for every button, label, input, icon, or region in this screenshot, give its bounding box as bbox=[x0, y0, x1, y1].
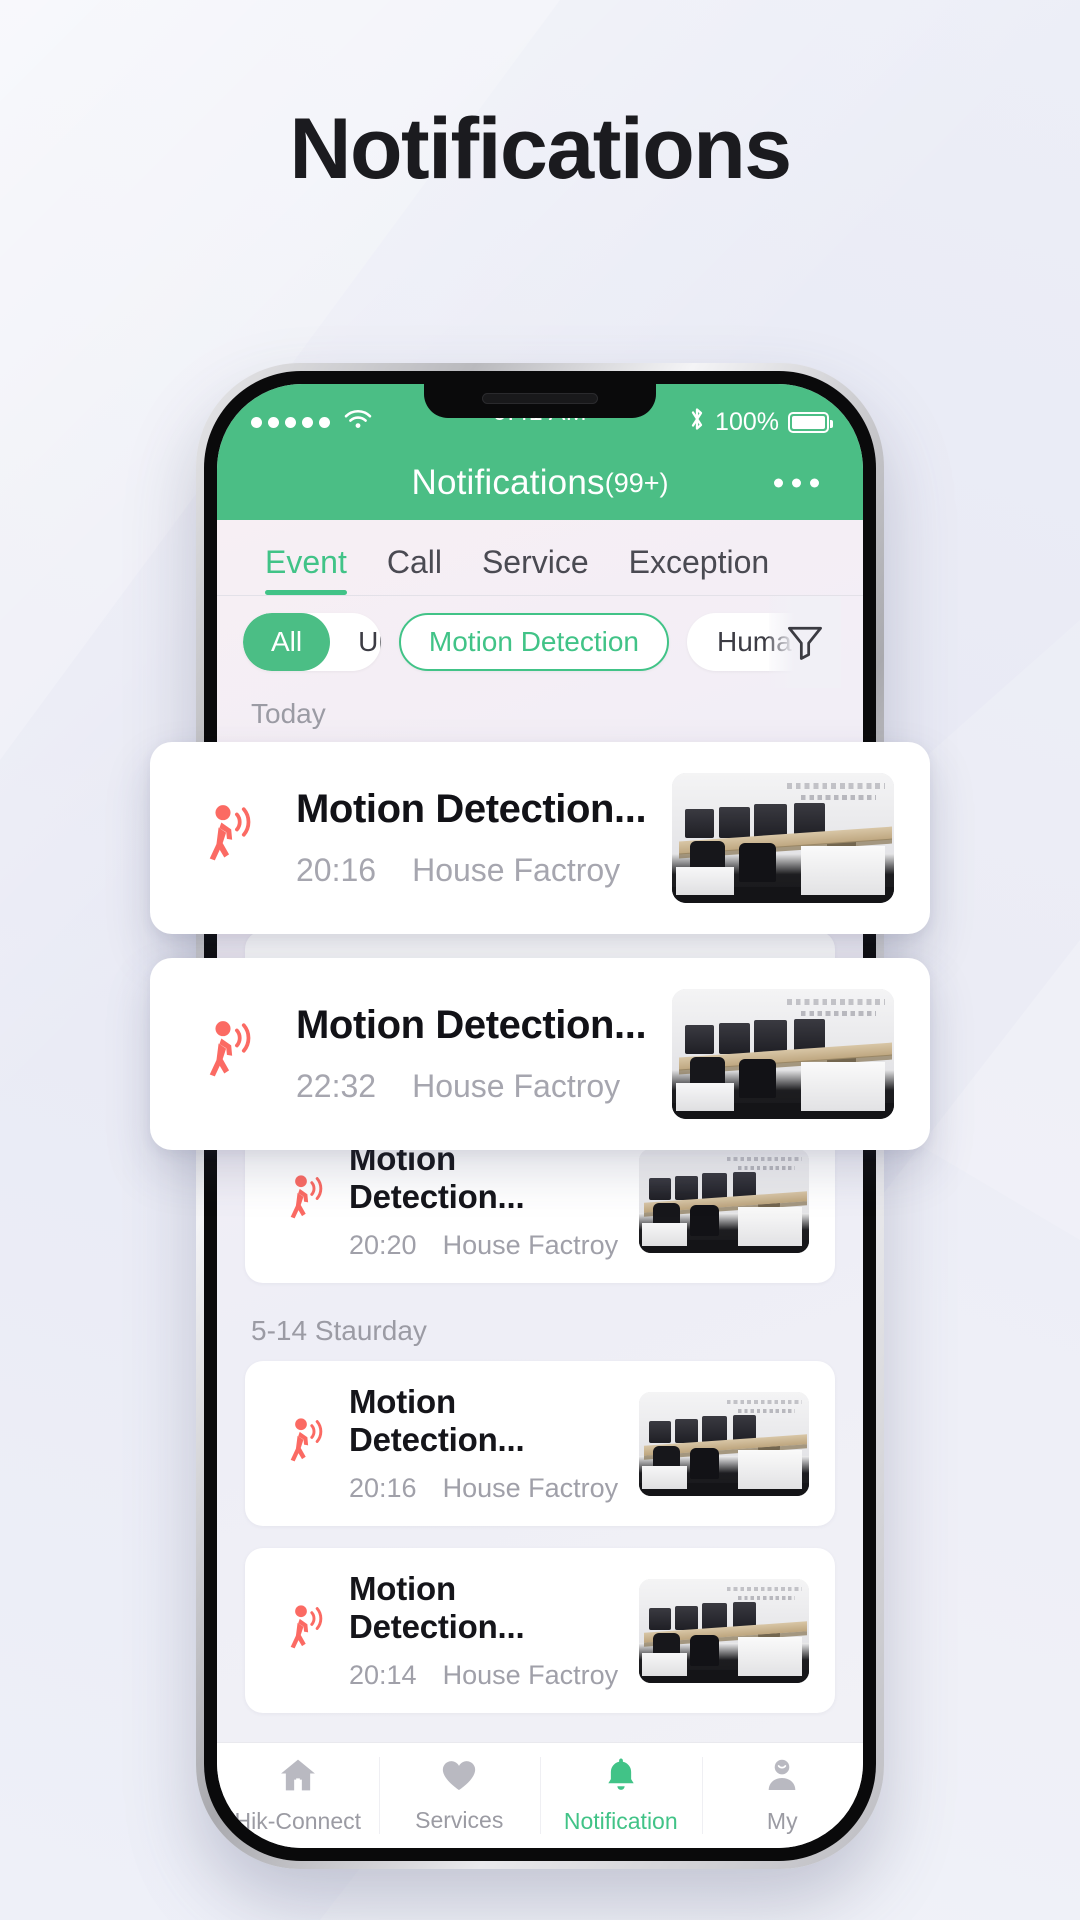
floating-card-text: Motion Detection... 20:16 House Factroy bbox=[278, 787, 672, 889]
notification-list-saturday: Motion Detection... 20:16 House Factroy bbox=[217, 1361, 863, 1713]
list-item-place: House Factroy bbox=[442, 1230, 619, 1260]
section-label-today: Today bbox=[251, 698, 326, 729]
bluetooth-icon bbox=[688, 406, 706, 439]
list-item-title: Motion Detection... bbox=[349, 1383, 525, 1458]
page-title: Notifications bbox=[289, 101, 792, 197]
motion-detection-icon bbox=[186, 1018, 278, 1090]
event-thumbnail[interactable] bbox=[672, 989, 894, 1119]
list-item-meta: 20:20 House Factroy bbox=[349, 1230, 639, 1261]
tabbar-item-my[interactable]: My bbox=[701, 1743, 864, 1848]
heart-icon bbox=[440, 1757, 478, 1798]
floating-card-title: Motion Detection... bbox=[296, 787, 647, 831]
floating-card-time: 22:32 bbox=[296, 1068, 377, 1104]
floating-card-text: Motion Detection... 22:32 House Factroy bbox=[278, 1003, 672, 1105]
floating-notification-card[interactable]: Motion Detection... 22:32 House Factroy bbox=[150, 958, 930, 1150]
battery-percent-label: 100% bbox=[715, 407, 779, 436]
bell-icon bbox=[602, 1756, 640, 1799]
event-thumbnail[interactable] bbox=[672, 773, 894, 903]
event-thumbnail[interactable] bbox=[639, 1391, 809, 1496]
list-item[interactable]: Motion Detection... 20:14 House Factroy bbox=[245, 1548, 835, 1713]
event-thumbnail[interactable] bbox=[639, 1148, 809, 1253]
list-item-text: Motion Detection... 20:14 House Factroy bbox=[345, 1570, 639, 1691]
floating-card-time: 20:16 bbox=[296, 852, 377, 888]
funnel-filter-icon[interactable] bbox=[769, 596, 841, 688]
list-item-place: House Factroy bbox=[442, 1660, 619, 1690]
bottom-tab-bar: Hik-Connect Services Notification My bbox=[217, 1742, 863, 1848]
tab-service[interactable]: Service bbox=[462, 544, 609, 595]
motion-detection-icon bbox=[271, 1416, 345, 1472]
list-item-meta: 20:14 House Factroy bbox=[349, 1660, 639, 1691]
section-label-saturday: 5-14 Staurday bbox=[251, 1315, 427, 1346]
app-nav-bar: Notifications (99+) bbox=[217, 446, 863, 520]
list-item-text: Motion Detection... 20:20 House Factroy bbox=[345, 1140, 639, 1261]
floating-notification-card[interactable]: Motion Detection... 20:16 House Factroy bbox=[150, 742, 930, 934]
person-icon bbox=[763, 1756, 801, 1799]
tab-event[interactable]: Event bbox=[245, 544, 367, 595]
list-item[interactable]: Motion Detection... 20:16 House Factroy bbox=[245, 1361, 835, 1526]
segment-unread[interactable]: Unread bbox=[330, 613, 381, 671]
tabbar-label: Services bbox=[415, 1807, 504, 1833]
category-tabs: Event Call Service Exception bbox=[217, 520, 863, 596]
filter-chip-row: All Unread Motion Detection Human Detect… bbox=[217, 596, 863, 688]
nav-title: Notifications bbox=[411, 463, 605, 502]
tabbar-item-notification[interactable]: Notification bbox=[540, 1743, 702, 1848]
tabbar-item-hik-connect[interactable]: Hik-Connect bbox=[217, 1743, 379, 1848]
list-item-title: Motion Detection... bbox=[349, 1570, 525, 1645]
motion-detection-icon bbox=[271, 1603, 345, 1659]
tabbar-label: Notification bbox=[563, 1808, 678, 1834]
read-state-segmented-control: All Unread bbox=[243, 613, 381, 671]
home-icon bbox=[278, 1756, 318, 1799]
list-item-time: 20:14 bbox=[349, 1660, 417, 1690]
tabbar-label: My bbox=[766, 1808, 798, 1834]
tab-exception[interactable]: Exception bbox=[609, 544, 790, 595]
motion-detection-icon bbox=[186, 802, 278, 874]
tabbar-item-services[interactable]: Services bbox=[378, 1743, 541, 1848]
floating-card-place: House Factroy bbox=[412, 852, 621, 888]
list-item-place: House Factroy bbox=[442, 1473, 619, 1503]
list-item-time: 20:20 bbox=[349, 1230, 417, 1260]
floating-card-meta: 20:16 House Factroy bbox=[296, 852, 672, 889]
nav-unread-count: (99+) bbox=[604, 467, 669, 498]
earpiece-speaker bbox=[482, 393, 598, 404]
list-item-time: 20:16 bbox=[349, 1473, 417, 1503]
more-horizontal-icon[interactable] bbox=[774, 478, 819, 488]
tab-call[interactable]: Call bbox=[367, 544, 462, 595]
floating-card-meta: 22:32 House Factroy bbox=[296, 1068, 672, 1105]
battery-full-icon bbox=[788, 411, 833, 433]
list-item-title: Motion Detection... bbox=[349, 1140, 525, 1215]
event-thumbnail[interactable] bbox=[639, 1578, 809, 1683]
floating-card-place: House Factroy bbox=[412, 1068, 621, 1104]
motion-detection-icon bbox=[271, 1173, 345, 1229]
tabbar-label: Hik-Connect bbox=[234, 1808, 362, 1834]
chip-motion-detection[interactable]: Motion Detection bbox=[398, 613, 669, 671]
list-item-meta: 20:16 House Factroy bbox=[349, 1473, 639, 1504]
floating-card-title: Motion Detection... bbox=[296, 1003, 647, 1047]
list-item-text: Motion Detection... 20:16 House Factroy bbox=[345, 1383, 639, 1504]
segment-all[interactable]: All bbox=[243, 613, 331, 671]
